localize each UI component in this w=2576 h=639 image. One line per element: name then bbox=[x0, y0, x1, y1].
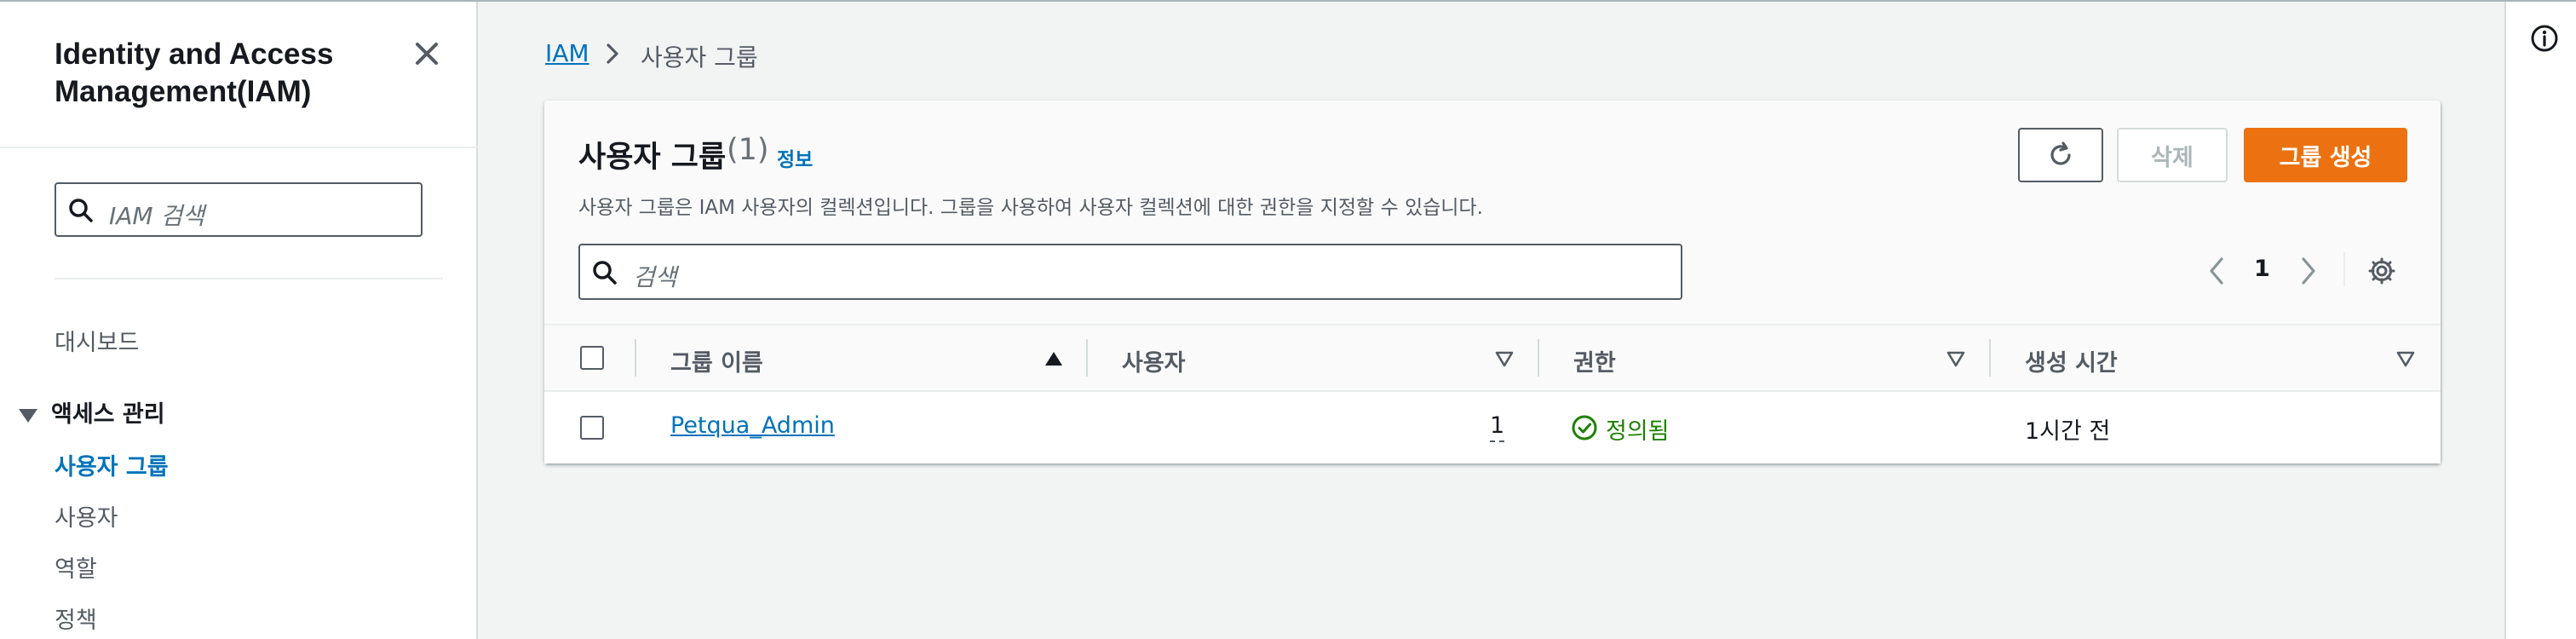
sort-icon[interactable] bbox=[1946, 349, 1966, 368]
group-count: (1) bbox=[727, 133, 769, 167]
breadcrumb-iam[interactable]: IAM bbox=[545, 39, 589, 67]
sort-icon[interactable] bbox=[2395, 349, 2416, 368]
panel-header: 사용자 그룹 (1) 정보 사용자 그룹은 IAM 사용자의 컬렉션입니다. 그… bbox=[544, 101, 2441, 325]
sidebar-search-input[interactable]: IAM 검색 bbox=[55, 182, 423, 237]
breadcrumb-current: 사용자 그룹 bbox=[641, 43, 758, 72]
sidebar: Identity and Access Management(IAM) IAM … bbox=[0, 2, 478, 639]
page-description: 사용자 그룹은 IAM 사용자의 컬렉션입니다. 그룹을 사용하여 사용자 컬렉… bbox=[578, 197, 1483, 219]
sidebar-divider bbox=[0, 147, 478, 148]
page-title: 사용자 그룹 bbox=[578, 141, 727, 175]
sidebar-item-users[interactable]: 사용자 bbox=[55, 499, 118, 532]
sidebar-divider bbox=[55, 278, 443, 279]
page-number[interactable]: 1 bbox=[2254, 256, 2270, 282]
column-header-group-name[interactable]: 그룹 이름 bbox=[670, 344, 763, 377]
column-header-permissions[interactable]: 권한 bbox=[1573, 344, 1616, 377]
pager-divider bbox=[2343, 252, 2345, 286]
info-icon[interactable] bbox=[2530, 24, 2559, 53]
help-rail bbox=[2504, 2, 2576, 639]
group-name-link[interactable]: Petqua_Admin bbox=[670, 412, 835, 439]
select-all-checkbox[interactable] bbox=[580, 346, 604, 370]
sidebar-title: Identity and Access Management(IAM) bbox=[55, 37, 334, 108]
column-separator bbox=[1086, 339, 1088, 377]
chevron-right-icon bbox=[607, 43, 618, 64]
check-circle-icon bbox=[1572, 415, 1597, 440]
delete-button[interactable]: 삭제 bbox=[2117, 128, 2228, 182]
user-groups-panel: 사용자 그룹 (1) 정보 사용자 그룹은 IAM 사용자의 컬렉션입니다. 그… bbox=[544, 101, 2441, 463]
create-group-button[interactable]: 그룹 생성 bbox=[2244, 128, 2407, 182]
refresh-icon bbox=[2050, 141, 2071, 165]
row-checkbox[interactable] bbox=[580, 416, 604, 440]
column-header-users[interactable]: 사용자 bbox=[1122, 344, 1186, 377]
search-icon bbox=[593, 261, 617, 285]
column-header-created[interactable]: 생성 시간 bbox=[2025, 344, 2118, 377]
caret-down-icon bbox=[19, 408, 37, 423]
group-search-placeholder: 검색 bbox=[633, 263, 677, 291]
chevron-left-icon[interactable] bbox=[2205, 254, 2228, 288]
sidebar-item-dashboard[interactable]: 대시보드 bbox=[55, 324, 139, 357]
chevron-right-icon[interactable] bbox=[2297, 254, 2320, 288]
refresh-button[interactable] bbox=[2018, 128, 2103, 182]
user-count[interactable]: 1 bbox=[1490, 412, 1505, 442]
sidebar-item-policies[interactable]: 정책 bbox=[55, 602, 97, 635]
sidebar-section-access-management[interactable]: 액세스 관리 bbox=[19, 395, 165, 429]
gear-icon[interactable] bbox=[2367, 256, 2396, 285]
sidebar-section-label: 액세스 관리 bbox=[51, 401, 165, 428]
close-icon[interactable] bbox=[411, 37, 443, 70]
search-icon bbox=[69, 199, 93, 222]
group-search-input[interactable]: 검색 bbox=[578, 244, 1682, 300]
column-separator bbox=[635, 339, 636, 377]
sidebar-item-roles[interactable]: 역할 bbox=[55, 550, 97, 584]
sidebar-item-user-groups[interactable]: 사용자 그룹 bbox=[55, 448, 169, 481]
permission-status: 정의됨 bbox=[1606, 418, 1670, 445]
created-time: 1시간 전 bbox=[2025, 418, 2111, 445]
sidebar-search-placeholder: IAM 검색 bbox=[109, 202, 204, 230]
column-separator bbox=[1989, 339, 1991, 377]
sort-icon[interactable] bbox=[1494, 349, 1515, 368]
sort-ascending-icon[interactable] bbox=[1044, 349, 1064, 368]
table-header: 그룹 이름 사용자 권한 생성 시간 bbox=[544, 325, 2441, 392]
info-link[interactable]: 정보 bbox=[777, 143, 813, 172]
table-row: Petqua_Admin 1 정의됨 1시간 전 bbox=[544, 392, 2441, 463]
column-separator bbox=[1538, 339, 1539, 377]
